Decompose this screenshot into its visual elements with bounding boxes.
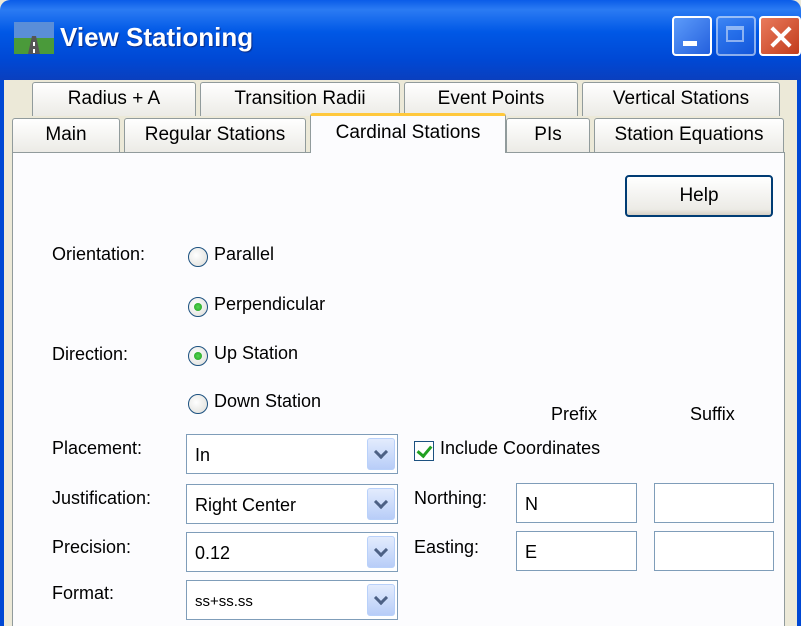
window-border-left xyxy=(0,80,4,626)
easting-suffix-input[interactable] xyxy=(654,531,774,571)
northing-prefix-value: N xyxy=(525,494,538,514)
parallel-radio[interactable] xyxy=(188,247,208,267)
minimize-button[interactable] xyxy=(672,16,712,56)
up-station-option-label[interactable]: Up Station xyxy=(214,343,298,364)
include-coordinates-label[interactable]: Include Coordinates xyxy=(440,438,600,459)
chevron-down-icon[interactable] xyxy=(367,488,395,520)
road-icon xyxy=(14,22,54,54)
easting-label: Easting: xyxy=(414,537,480,557)
tab-vertical-stations[interactable]: Vertical Stations xyxy=(582,82,780,116)
down-station-option-label[interactable]: Down Station xyxy=(214,391,321,412)
easting-prefix-value: E xyxy=(525,542,538,562)
format-label: Format: xyxy=(52,583,115,603)
prefix-header: Prefix xyxy=(551,404,598,424)
window-title: View Stationing xyxy=(60,22,254,52)
tab-cardinal-stations[interactable]: Cardinal Stations xyxy=(310,113,506,153)
precision-value: 0.12 xyxy=(195,543,231,563)
tab-regular-stations[interactable]: Regular Stations xyxy=(124,118,306,152)
chevron-down-icon[interactable] xyxy=(367,438,395,470)
placement-value: In xyxy=(195,445,211,465)
close-button[interactable] xyxy=(759,16,801,56)
maximize-button[interactable] xyxy=(716,16,756,56)
down-station-radio[interactable] xyxy=(188,394,208,414)
tab-event-points[interactable]: Event Points xyxy=(404,82,578,116)
parallel-option-label[interactable]: Parallel xyxy=(214,244,274,265)
window-border-right xyxy=(797,80,801,626)
northing-label: Northing: xyxy=(414,488,488,508)
tab-main[interactable]: Main xyxy=(12,118,120,152)
help-button[interactable]: Help xyxy=(625,175,773,217)
justification-value: Right Center xyxy=(195,495,297,515)
justification-select[interactable]: Right Center xyxy=(186,484,398,524)
tab-station-equations[interactable]: Station Equations xyxy=(594,118,784,152)
chevron-down-icon[interactable] xyxy=(367,584,395,616)
format-value: ss+ss.ss xyxy=(195,593,253,610)
chevron-down-icon[interactable] xyxy=(367,536,395,568)
suffix-header: Suffix xyxy=(690,404,735,424)
northing-prefix-input[interactable]: N xyxy=(516,483,637,523)
perpendicular-option-label[interactable]: Perpendicular xyxy=(214,294,325,315)
tab-pis[interactable]: PIs xyxy=(506,118,590,152)
easting-prefix-input[interactable]: E xyxy=(516,531,637,571)
title-bar[interactable]: View Stationing xyxy=(0,0,801,80)
justification-label: Justification: xyxy=(52,488,152,508)
format-select[interactable]: ss+ss.ss xyxy=(186,580,398,620)
tab-transition-radii[interactable]: Transition Radii xyxy=(200,82,400,116)
up-station-radio[interactable] xyxy=(188,346,208,366)
include-coordinates-checkbox[interactable] xyxy=(414,441,434,461)
perpendicular-radio[interactable] xyxy=(188,297,208,317)
placement-label: Placement: xyxy=(52,438,143,458)
placement-select[interactable]: In xyxy=(186,434,398,474)
precision-select[interactable]: 0.12 xyxy=(186,532,398,572)
orientation-label: Orientation: xyxy=(52,244,146,264)
northing-suffix-input[interactable] xyxy=(654,483,774,523)
tab-radius-a[interactable]: Radius + A xyxy=(32,82,196,116)
precision-label: Precision: xyxy=(52,537,132,557)
direction-label: Direction: xyxy=(52,344,129,364)
